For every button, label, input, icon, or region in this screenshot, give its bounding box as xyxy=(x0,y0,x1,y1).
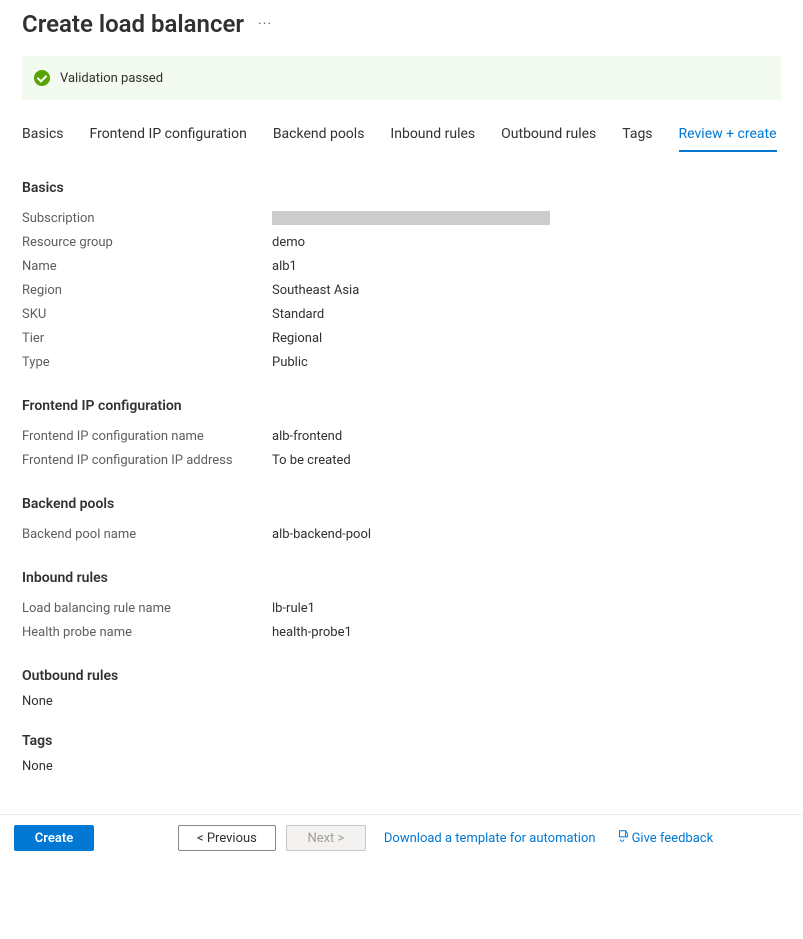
wizard-tabs: Basics Frontend IP configuration Backend… xyxy=(22,120,781,152)
tab-review-create[interactable]: Review + create xyxy=(679,120,777,152)
value-sku: Standard xyxy=(272,307,324,322)
previous-button[interactable]: < Previous xyxy=(178,825,276,851)
label-frontend-name: Frontend IP configuration name xyxy=(22,429,272,444)
value-health-probe: health-probe1 xyxy=(272,625,352,640)
give-feedback-link[interactable]: Give feedback xyxy=(616,829,714,847)
label-backend-name: Backend pool name xyxy=(22,527,272,542)
label-health-probe: Health probe name xyxy=(22,625,272,640)
feedback-icon xyxy=(616,829,630,847)
label-type: Type xyxy=(22,355,272,370)
tags-none: None xyxy=(22,759,781,774)
label-name: Name xyxy=(22,259,272,274)
section-frontend-title: Frontend IP configuration xyxy=(22,398,781,414)
create-button[interactable]: Create xyxy=(14,825,94,851)
tab-inbound-rules[interactable]: Inbound rules xyxy=(390,120,475,152)
outbound-none: None xyxy=(22,694,781,709)
label-lb-rule: Load balancing rule name xyxy=(22,601,272,616)
footer-actions: Create < Previous Next > Download a temp… xyxy=(0,815,803,861)
check-circle-icon xyxy=(34,70,50,86)
label-tier: Tier xyxy=(22,331,272,346)
value-lb-rule: lb-rule1 xyxy=(272,601,315,616)
section-outbound-title: Outbound rules xyxy=(22,668,781,684)
label-sku: SKU xyxy=(22,307,272,322)
value-frontend-ip: To be created xyxy=(272,453,351,468)
label-frontend-ip: Frontend IP configuration IP address xyxy=(22,453,272,468)
tab-frontend-ip[interactable]: Frontend IP configuration xyxy=(90,120,247,152)
tab-basics[interactable]: Basics xyxy=(22,120,64,152)
tab-backend-pools[interactable]: Backend pools xyxy=(273,120,365,152)
value-name: alb1 xyxy=(272,259,297,274)
tab-tags[interactable]: Tags xyxy=(622,120,652,152)
value-subscription-redacted xyxy=(272,211,550,225)
next-button: Next > xyxy=(286,825,366,851)
section-backend-title: Backend pools xyxy=(22,496,781,512)
value-frontend-name: alb-frontend xyxy=(272,429,342,444)
give-feedback-label: Give feedback xyxy=(632,831,714,846)
section-inbound-title: Inbound rules xyxy=(22,570,781,586)
download-template-link[interactable]: Download a template for automation xyxy=(384,831,596,846)
more-icon[interactable]: ··· xyxy=(258,16,272,32)
tab-outbound-rules[interactable]: Outbound rules xyxy=(501,120,596,152)
section-tags-title: Tags xyxy=(22,733,781,749)
label-region: Region xyxy=(22,283,272,298)
validation-message: Validation passed xyxy=(60,71,163,86)
value-type: Public xyxy=(272,355,308,370)
page-title: Create load balancer xyxy=(22,10,244,38)
section-basics-title: Basics xyxy=(22,180,781,196)
value-region: Southeast Asia xyxy=(272,283,359,298)
value-tier: Regional xyxy=(272,331,322,346)
validation-banner: Validation passed xyxy=(22,56,781,100)
label-resource-group: Resource group xyxy=(22,235,272,250)
value-backend-name: alb-backend-pool xyxy=(272,527,371,542)
value-resource-group: demo xyxy=(272,235,305,250)
label-subscription: Subscription xyxy=(22,211,272,226)
